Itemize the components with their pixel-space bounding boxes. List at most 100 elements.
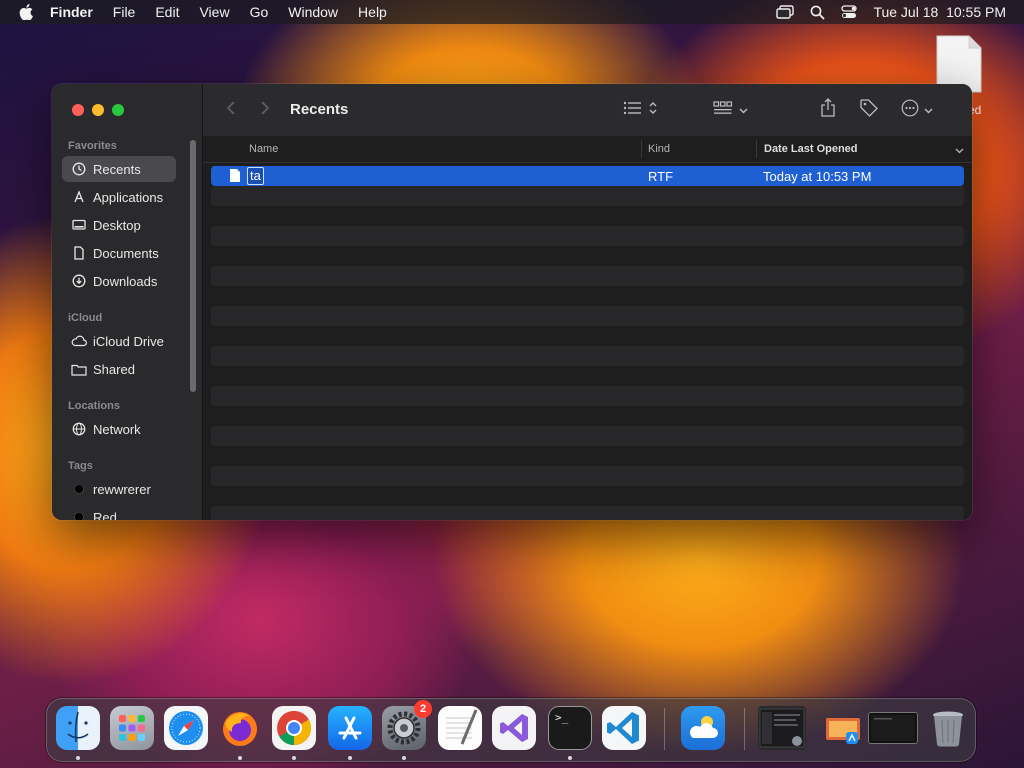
chevron-right-icon (260, 100, 270, 121)
sidebar-item-shared[interactable]: Shared (62, 356, 176, 382)
empty-row (211, 366, 964, 386)
menu-app-name[interactable]: Finder (50, 4, 93, 20)
back-button[interactable] (221, 100, 241, 120)
dock-textedit[interactable] (438, 706, 482, 750)
sidebar-item-tag-red[interactable]: Red (62, 504, 176, 520)
sidebar-scrollbar[interactable] (190, 140, 196, 392)
tag-dot-icon (71, 509, 87, 520)
control-center-icon[interactable] (841, 5, 858, 19)
sidebar-header-tags: Tags (68, 460, 93, 472)
applications-icon (71, 189, 87, 205)
dock-app-store[interactable] (328, 706, 372, 750)
sidebar-item-documents[interactable]: Documents (62, 240, 176, 266)
menu-go[interactable]: Go (250, 4, 269, 20)
dock-safari[interactable] (164, 706, 208, 750)
menu-window[interactable]: Window (288, 4, 338, 20)
grid-group-icon (713, 100, 733, 120)
tag-button[interactable] (859, 98, 879, 122)
list-view-icon (623, 101, 643, 120)
dock-terminal[interactable]: >_ (548, 706, 592, 750)
dock-downloads-stack[interactable] (820, 706, 864, 750)
sidebar: Favorites Recents Applications Desktop D… (52, 84, 203, 520)
more-actions-button[interactable] (901, 98, 933, 122)
group-button[interactable] (713, 98, 748, 122)
finder-content: Recents Name Kind Date Last Opened ta RT… (203, 84, 972, 520)
sidebar-item-label: rewwrerer (93, 481, 151, 497)
ellipsis-circle-icon (901, 99, 919, 122)
menu-view[interactable]: View (199, 4, 229, 20)
finder-face-icon (56, 711, 100, 754)
column-divider[interactable] (641, 140, 642, 158)
menu-edit[interactable]: Edit (155, 4, 179, 20)
empty-row (211, 186, 964, 206)
file-kind: RTF (648, 169, 674, 184)
file-date-last-opened: Today at 10:53 PM (763, 169, 872, 184)
dock-chrome[interactable] (272, 706, 316, 750)
stack-thumbnail-icon (820, 718, 864, 754)
launchpad-grid-icon (110, 715, 154, 754)
empty-row (211, 426, 964, 446)
sort-chevron-down-icon[interactable] (955, 145, 964, 157)
chevron-down-icon (739, 101, 748, 119)
empty-row (211, 206, 964, 226)
sidebar-item-network[interactable]: Network (62, 416, 176, 442)
dock-weather[interactable] (681, 706, 725, 750)
screen-mirroring-icon[interactable] (776, 5, 795, 19)
sidebar-header-locations: Locations (68, 400, 120, 412)
textedit-icon (438, 709, 482, 754)
column-header-name[interactable]: Name (249, 143, 278, 155)
dock-minimized-window-1[interactable] (758, 706, 806, 750)
chrome-icon (272, 711, 316, 754)
running-indicator (292, 756, 296, 760)
sidebar-item-label: Applications (93, 189, 164, 205)
spotlight-search-icon[interactable] (810, 5, 825, 20)
clock-icon (71, 161, 87, 177)
minimize-window-button[interactable] (92, 104, 104, 116)
dock-launchpad[interactable] (110, 706, 154, 750)
table-row[interactable]: ta RTF Today at 10:53 PM (211, 166, 964, 186)
share-button[interactable] (820, 97, 836, 122)
dock-trash[interactable] (926, 706, 970, 750)
dock-separator (744, 708, 745, 750)
chevron-updown-icon (649, 101, 657, 120)
dock-separator (664, 708, 665, 750)
cloud-icon (71, 333, 87, 349)
column-divider[interactable] (756, 140, 757, 158)
window-thumbnail-icon (758, 708, 806, 754)
forward-button[interactable] (255, 100, 275, 120)
sidebar-item-downloads[interactable]: Downloads (62, 268, 176, 294)
running-indicator (402, 756, 406, 760)
sidebar-item-applications[interactable]: Applications (62, 184, 176, 210)
dock-vscode[interactable] (602, 706, 646, 750)
close-window-button[interactable] (72, 104, 84, 116)
dock-visual-studio[interactable] (492, 706, 536, 750)
column-header-date-last-opened[interactable]: Date Last Opened (764, 143, 858, 155)
sidebar-item-label: iCloud Drive (93, 333, 164, 349)
sidebar-item-label: Shared (93, 361, 135, 377)
empty-row (211, 386, 964, 406)
menu-file[interactable]: File (113, 4, 136, 20)
column-header-kind[interactable]: Kind (648, 143, 670, 155)
safari-compass-icon (164, 711, 208, 754)
sidebar-item-label: Network (93, 421, 141, 437)
apple-menu-icon[interactable] (16, 0, 36, 24)
dock-firefox[interactable] (218, 706, 262, 750)
zoom-window-button[interactable] (112, 104, 124, 116)
menu-help[interactable]: Help (358, 4, 387, 20)
view-options-button[interactable] (623, 98, 657, 122)
sidebar-item-recents[interactable]: Recents (62, 156, 176, 182)
running-indicator (348, 756, 352, 760)
window-controls (72, 104, 124, 116)
menubar-clock[interactable]: Tue Jul 18 10:55 PM (873, 4, 1006, 20)
sidebar-item-tag-rewwrerer[interactable]: rewwrerer (62, 476, 176, 502)
dock-system-settings[interactable]: 2 (382, 700, 432, 750)
column-header-row: Name Kind Date Last Opened (203, 136, 972, 163)
dock-finder[interactable] (56, 706, 100, 750)
globe-icon (71, 421, 87, 437)
sidebar-item-icloud-drive[interactable]: iCloud Drive (62, 328, 176, 354)
sidebar-item-desktop[interactable]: Desktop (62, 212, 176, 238)
file-list: ta RTF Today at 10:53 PM (211, 166, 964, 520)
file-name-rename-field[interactable]: ta (247, 167, 264, 185)
dock-minimized-window-2[interactable] (868, 712, 918, 744)
dock: 2 >_ (46, 698, 976, 762)
